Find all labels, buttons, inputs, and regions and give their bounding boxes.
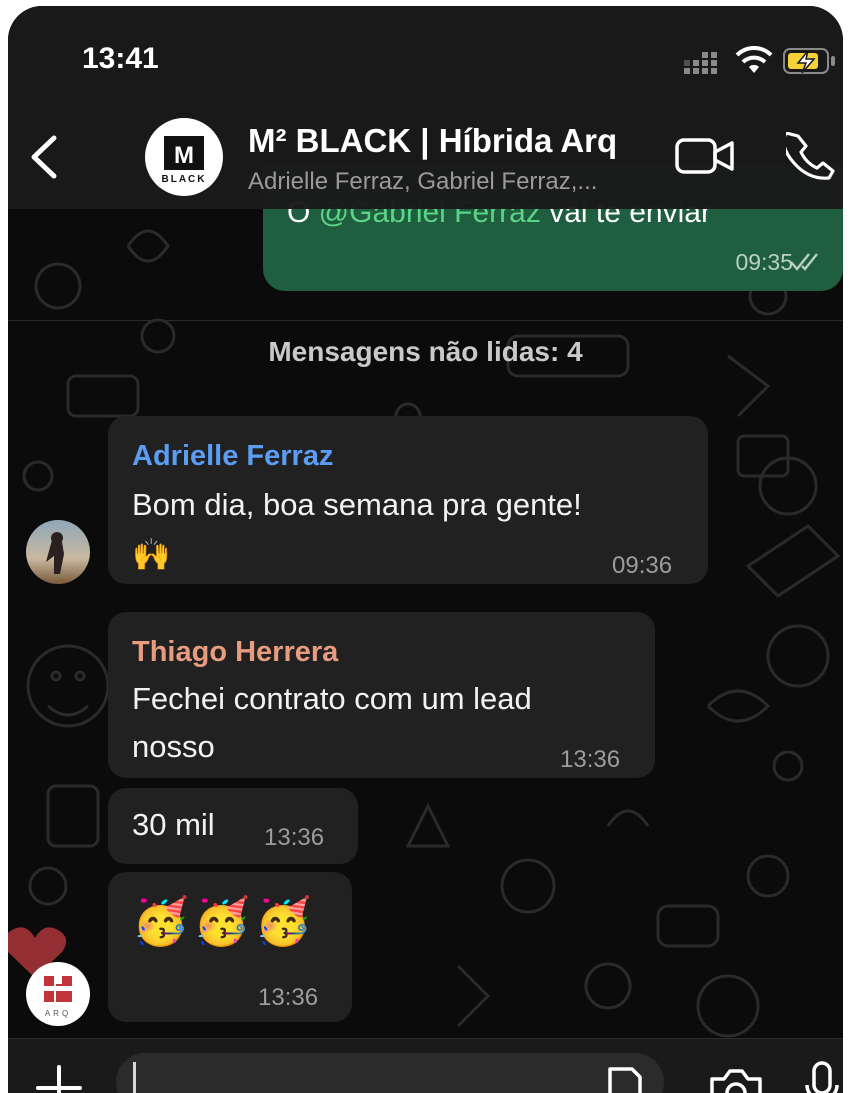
chat-screen: O @Gabriel Ferraz vai te enviar 09:35 13… [8,6,843,1093]
text-caret [133,1062,136,1093]
sender-name[interactable]: Adrielle Ferraz [132,440,333,473]
message-time: 13:36 [560,746,621,773]
message-composer [8,1038,843,1093]
group-logo-text: BLACK [161,174,207,185]
group-avatar[interactable]: M BLACK [145,118,223,196]
phone-icon[interactable] [786,132,836,182]
battery-charging-icon [783,48,835,74]
arq-logo-icon: ARQ [44,976,72,1018]
svg-text:ARQ: ARQ [45,1009,71,1018]
message-time: 09:36 [612,552,673,579]
sticker-icon[interactable] [604,1063,644,1093]
microphone-icon[interactable] [804,1061,840,1093]
message-text: nosso [132,729,215,764]
plus-icon[interactable] [36,1065,82,1093]
unread-messages-label: Mensagens não lidas: 4 [268,336,583,367]
double-check-icon [790,253,818,271]
sender-name[interactable]: Thiago Herrera [132,636,338,669]
person-silhouette-icon [46,532,64,574]
message-text: 30 mil [132,807,215,842]
sender-avatar[interactable] [26,520,90,584]
group-logo-mark: M [164,136,204,170]
chat-header: 13:41 M BLACK M² BLACK | Híbrida Arq Adr… [8,6,843,209]
camera-icon[interactable] [708,1067,764,1093]
incoming-message-bubble[interactable]: Adrielle Ferraz Bom dia, boa semana pra … [108,416,708,584]
chat-participants[interactable]: Adrielle Ferraz, Gabriel Ferraz,... [248,168,597,196]
unread-divider [8,320,843,321]
cellular-signal-icon [684,52,717,74]
message-emoji: 🙌 [132,537,171,572]
message-time: 09:35 [735,249,793,275]
wifi-icon [735,46,773,73]
message-emoji: 🥳🥳🥳 [132,895,316,947]
incoming-message-bubble[interactable]: 🥳🥳🥳 13:36 [108,872,352,1022]
back-icon[interactable] [28,134,60,180]
message-time: 13:36 [258,984,319,1011]
incoming-message-bubble[interactable]: 30 mil 13:36 [108,788,358,864]
status-time: 13:41 [82,42,159,75]
message-input[interactable] [116,1053,664,1093]
incoming-message-bubble[interactable]: Thiago Herrera Fechei contrato com um le… [108,612,655,778]
message-time: 13:36 [264,824,325,851]
sender-avatar[interactable]: ARQ [26,962,90,1026]
chat-title[interactable]: M² BLACK | Híbrida Arq [248,122,617,160]
message-text: Bom dia, boa semana pra gente! [132,487,582,522]
message-text: Fechei contrato com um lead [132,681,532,716]
video-call-icon[interactable] [674,134,736,178]
